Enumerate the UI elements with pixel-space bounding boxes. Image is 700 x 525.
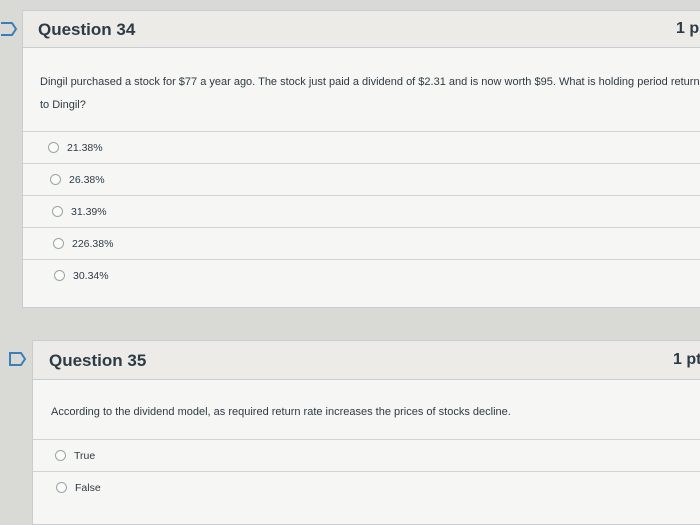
answer-option[interactable]: 26.38% — [23, 163, 700, 195]
question-prompt: According to the dividend model, as requ… — [51, 406, 511, 418]
answer-option[interactable]: True — [33, 439, 700, 471]
radio-icon[interactable] — [50, 174, 61, 185]
radio-icon[interactable] — [55, 450, 66, 461]
question-35-card: Question 35 1 pts According to the divid… — [32, 340, 700, 525]
answer-option[interactable]: 31.39% — [23, 195, 700, 227]
answer-option[interactable]: 30.34% — [23, 259, 700, 291]
radio-icon[interactable] — [56, 482, 67, 493]
answer-list: True False — [33, 439, 700, 503]
question-title: Question 34 — [38, 20, 136, 39]
flag-icon[interactable] — [9, 352, 29, 366]
radio-icon[interactable] — [53, 238, 64, 249]
radio-icon[interactable] — [52, 206, 63, 217]
question-35-header: Question 35 1 pts — [33, 341, 700, 380]
question-34-header: Question 34 1 p — [23, 11, 700, 48]
question-points: 1 pts — [673, 351, 700, 368]
radio-icon[interactable] — [54, 270, 65, 281]
question-prompt: Dingil purchased a stock for $77 a year … — [40, 76, 700, 111]
question-34-card: Question 34 1 p Dingil purchased a stock… — [22, 10, 700, 308]
question-points: 1 p — [676, 20, 700, 37]
answer-option[interactable]: 226.38% — [23, 227, 700, 259]
answer-list: 21.38% 26.38% 31.39% 226.38% 30.34% — [23, 131, 700, 291]
answer-option[interactable]: 21.38% — [23, 131, 700, 163]
question-title: Question 35 — [49, 351, 147, 370]
flag-icon[interactable] — [0, 22, 20, 36]
radio-icon[interactable] — [48, 142, 59, 153]
answer-option[interactable]: False — [33, 471, 700, 503]
